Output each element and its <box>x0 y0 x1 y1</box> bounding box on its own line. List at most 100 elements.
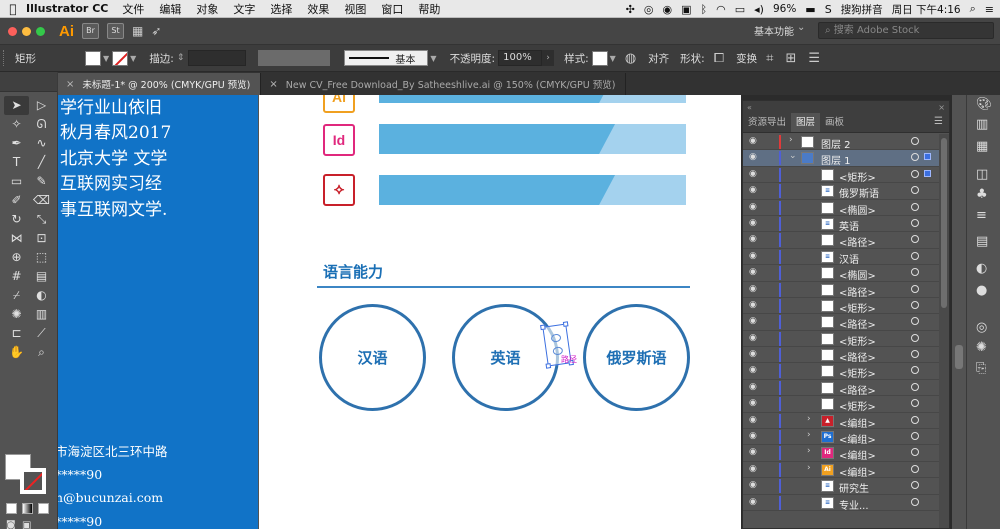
ime-icon[interactable]: S <box>825 3 832 16</box>
transparency-panel-icon[interactable]: ◐ <box>976 261 987 276</box>
target-circle-icon[interactable] <box>911 284 919 293</box>
visibility-eye-icon[interactable]: ◉ <box>749 284 757 294</box>
spotlight-icon[interactable]: ⌕ <box>970 2 976 16</box>
visibility-eye-icon[interactable]: ◉ <box>749 349 757 359</box>
screen-mode-icon[interactable]: ▣ <box>22 520 31 529</box>
display-icon[interactable]: ▣ <box>681 3 691 16</box>
direct-selection-tool-icon[interactable]: ▷ <box>29 96 54 115</box>
gpu-rocket-icon[interactable]: ➶ <box>151 24 161 38</box>
visibility-eye-icon[interactable]: ◉ <box>749 218 757 228</box>
color-panel-icon[interactable]: 🎨︎ <box>976 97 993 112</box>
zoom-tool-icon[interactable]: ⌕ <box>29 343 54 362</box>
resize-handle[interactable] <box>540 324 546 331</box>
ime-label[interactable]: 搜狗拼音 <box>841 2 883 17</box>
target-circle-icon[interactable] <box>911 448 919 457</box>
target-circle-icon[interactable] <box>911 481 919 490</box>
stroke-label[interactable]: 描边: <box>149 51 174 66</box>
stroke-weight-field[interactable] <box>188 50 247 66</box>
recolor-artwork-icon[interactable]: ◍ <box>625 51 636 66</box>
wifi-icon[interactable]: ◠ <box>716 3 726 16</box>
target-circle-icon[interactable] <box>911 218 919 227</box>
layer-row[interactable]: ◉ <矩形> <box>743 363 939 380</box>
layer-row[interactable]: ◉ <矩形> <box>743 298 939 315</box>
selection-indicator[interactable] <box>924 169 931 177</box>
target-circle-icon[interactable] <box>911 202 919 211</box>
style-label[interactable]: 样式: <box>564 51 589 66</box>
isolate-object-icon[interactable]: ⊞ <box>785 51 796 66</box>
layer-row[interactable]: ◉ › Ps <编组> <box>743 429 939 446</box>
cc-icon[interactable]: ◎ <box>644 3 654 16</box>
drawing-mode-icon[interactable]: ◙ <box>6 520 16 529</box>
layer-row[interactable]: ◉ <路径> <box>743 232 939 249</box>
gradient-panel-icon[interactable]: ▤ <box>976 234 988 249</box>
target-circle-icon[interactable] <box>911 350 919 359</box>
visibility-eye-icon[interactable]: ◉ <box>749 136 757 146</box>
visibility-eye-icon[interactable]: ◉ <box>749 480 757 490</box>
airplay-icon[interactable]: ▭ <box>735 3 745 16</box>
target-circle-icon[interactable] <box>911 268 919 277</box>
layer-row[interactable]: ◉ ≡ 研究生 <box>743 478 939 495</box>
close-icon[interactable]: × <box>938 103 945 112</box>
visibility-eye-icon[interactable]: ◉ <box>749 464 757 474</box>
selection-tool-icon[interactable]: ➤ <box>4 96 29 115</box>
menu-file[interactable]: 文件 <box>122 1 144 17</box>
layer-row[interactable]: ◉ <矩形> <box>743 396 939 413</box>
cc-libraries-icon[interactable]: ◎ <box>976 320 987 335</box>
battery-icon[interactable]: ▬ <box>805 3 815 16</box>
target-circle-icon[interactable] <box>911 382 919 391</box>
target-circle-icon[interactable] <box>911 464 919 473</box>
tab-new-cv[interactable]: × New CV_Free Download_By Satheeshlive.a… <box>261 73 627 95</box>
shape-bounds-icon[interactable]: ⧠ <box>714 51 724 66</box>
chevron-right-icon[interactable]: › <box>807 414 811 424</box>
chevron-right-icon[interactable]: › <box>807 463 811 473</box>
visibility-eye-icon[interactable]: ◉ <box>749 152 757 162</box>
zoom-window-button[interactable] <box>36 26 45 36</box>
target-circle-icon[interactable] <box>911 153 919 162</box>
transform-handles-icon[interactable]: ⌗ <box>766 51 773 66</box>
layer-row[interactable]: ◉ ≡ 汉语 <box>743 249 939 266</box>
layer-row[interactable]: ◉ <路径> <box>743 314 939 331</box>
visibility-eye-icon[interactable]: ◉ <box>749 497 757 507</box>
close-icon[interactable]: × <box>269 79 277 90</box>
color-guide-icon[interactable]: ▥ <box>976 117 988 132</box>
sync-icon[interactable]: ◉ <box>662 3 672 16</box>
swatches-panel-icon[interactable]: ▦ <box>976 139 988 154</box>
target-circle-icon[interactable] <box>911 317 919 326</box>
graphic-style-swatch[interactable] <box>591 50 608 66</box>
stroke-weight-stepper[interactable]: ⇕ <box>177 53 185 63</box>
brush-definition-select[interactable]: 基本 <box>344 50 429 66</box>
target-circle-icon[interactable] <box>911 137 919 145</box>
pen-tool-icon[interactable]: ✒ <box>4 134 29 153</box>
target-circle-icon[interactable] <box>911 169 919 178</box>
stroke-color-box[interactable] <box>20 468 46 494</box>
symbols-panel-icon[interactable]: ♣ <box>976 187 988 202</box>
layer-row[interactable]: ◉ <路径> <box>743 347 939 364</box>
menu-type[interactable]: 文字 <box>233 1 255 17</box>
gradient-mode-button[interactable] <box>22 503 33 514</box>
panel-menu-icon[interactable]: ☰ <box>808 51 820 66</box>
menu-help[interactable]: 帮助 <box>418 1 440 17</box>
menu-edit[interactable]: 编辑 <box>159 1 181 17</box>
menu-view[interactable]: 视图 <box>344 1 366 17</box>
language-circle[interactable]: 汉语 <box>319 304 426 411</box>
chevron-down-icon[interactable]: ▼ <box>430 54 436 63</box>
language-circle[interactable]: 英语 <box>452 304 559 411</box>
stroke-swatch[interactable] <box>112 50 129 66</box>
visibility-eye-icon[interactable]: ◉ <box>749 185 757 195</box>
layer-row[interactable]: ◉ <矩形> <box>743 331 939 348</box>
visibility-eye-icon[interactable]: ◉ <box>749 251 757 261</box>
artboard-tool-icon[interactable]: ⊏ <box>4 324 29 343</box>
align-button[interactable]: 对齐 <box>648 51 669 66</box>
target-circle-icon[interactable] <box>911 497 919 506</box>
volume-icon[interactable]: ◂) <box>754 3 764 16</box>
tab-artboards[interactable]: 画板 <box>820 113 849 132</box>
slice-tool-icon[interactable]: ⟋ <box>29 324 54 343</box>
brushes-panel-icon[interactable]: ◫ <box>976 167 988 182</box>
scrollbar-thumb[interactable] <box>955 345 963 369</box>
magic-wand-tool-icon[interactable]: ✧ <box>4 115 29 134</box>
apple-icon[interactable]:  <box>0 2 26 16</box>
menu-select[interactable]: 选择 <box>270 1 292 17</box>
stock-button[interactable]: St <box>107 23 124 39</box>
shaper-tool-icon[interactable]: ✐ <box>4 191 29 210</box>
symbol-sprayer-tool-icon[interactable]: ✺ <box>4 305 29 324</box>
